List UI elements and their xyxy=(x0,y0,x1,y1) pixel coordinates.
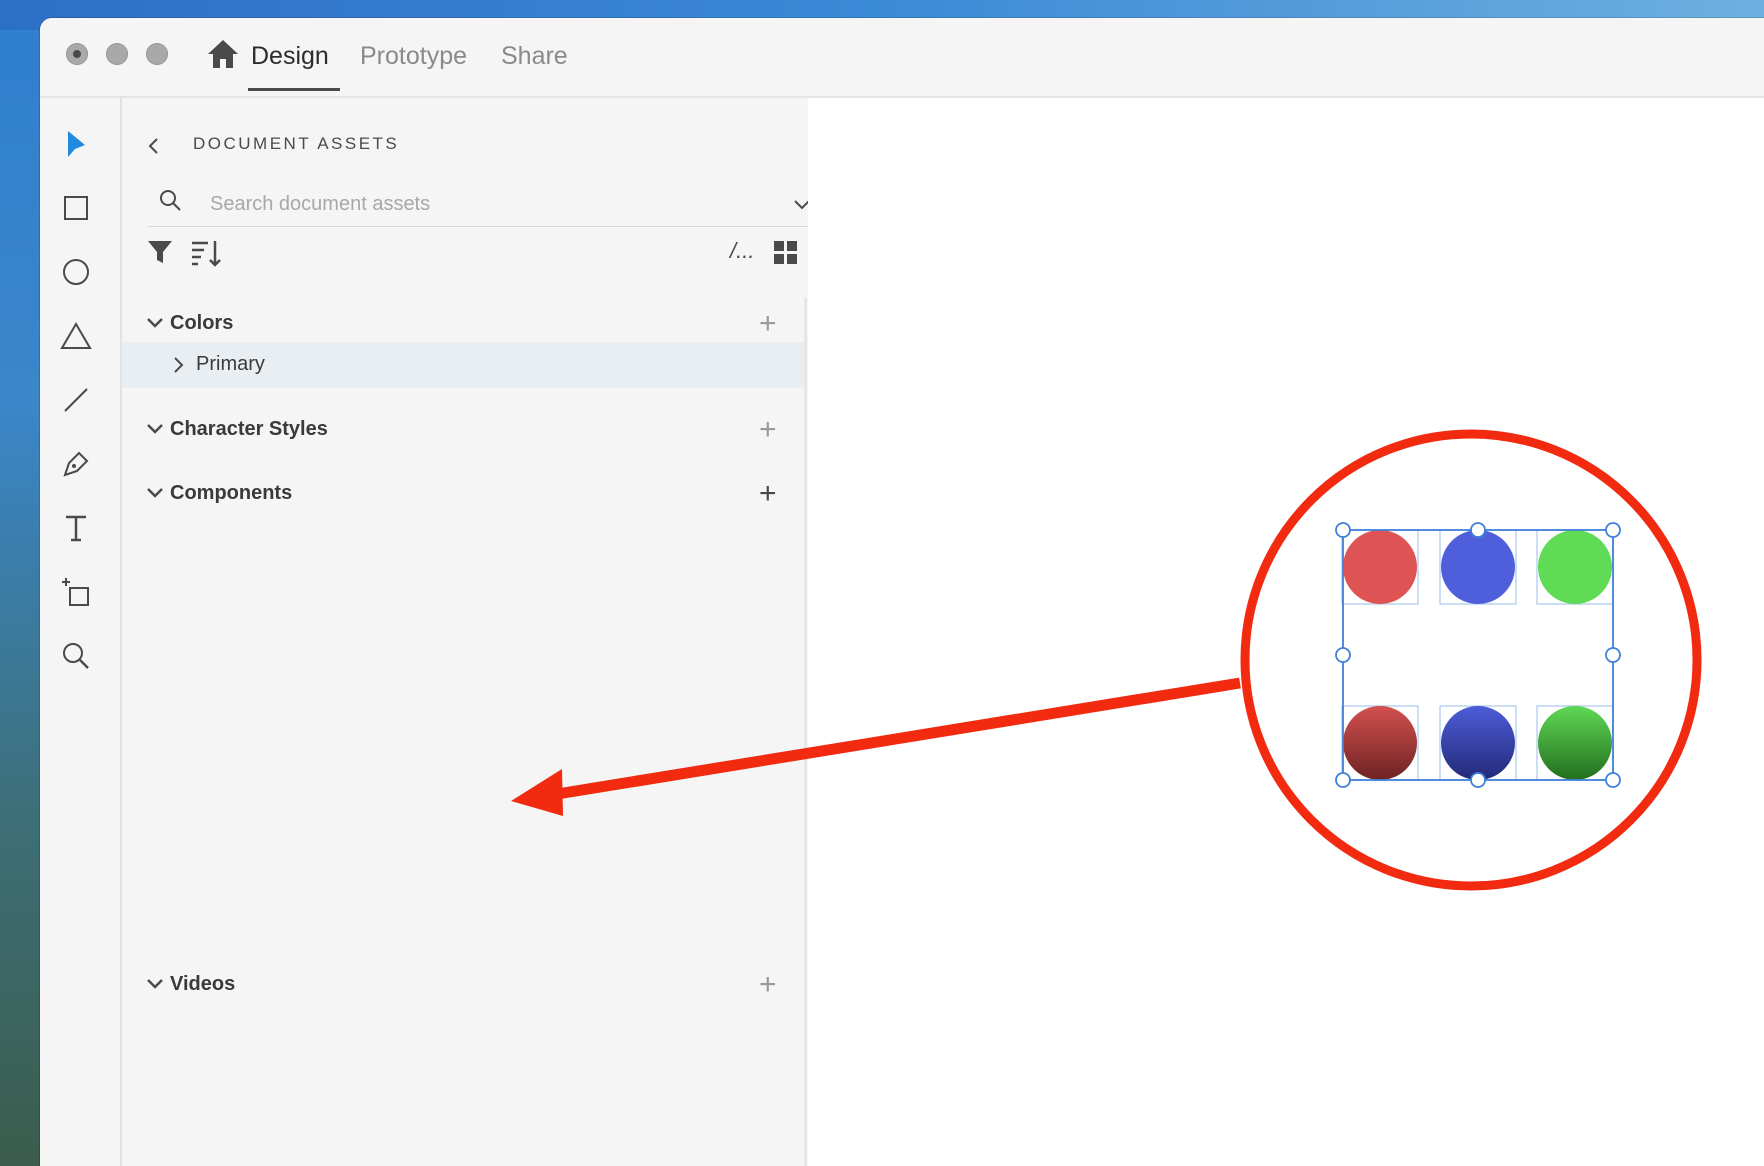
section-label: Colors xyxy=(170,312,234,334)
home-icon[interactable] xyxy=(206,38,240,70)
panel-title: DOCUMENT ASSETS xyxy=(193,134,400,153)
document-assets-panel: DOCUMENT ASSETS /... xyxy=(122,98,892,1166)
section-label: Components xyxy=(170,482,293,504)
chevron-down-icon xyxy=(147,488,163,498)
tab-share[interactable]: Share xyxy=(501,42,568,71)
tool-bar xyxy=(40,98,122,1166)
back-chevron-icon[interactable] xyxy=(146,136,160,156)
search-icon xyxy=(160,190,181,211)
section-label: Character Styles xyxy=(170,418,328,440)
triangle-icon[interactable] xyxy=(56,316,96,356)
section-components[interactable]: Components + xyxy=(146,479,866,510)
tab-design[interactable]: Design xyxy=(251,42,329,71)
app-window: Design Prototype Share DOCUMENT ASSETS S… xyxy=(40,18,1764,1166)
ellipse-icon[interactable] xyxy=(56,252,96,292)
add-video-button[interactable]: + xyxy=(759,970,777,1000)
section-label: Videos xyxy=(170,973,236,995)
text-icon[interactable] xyxy=(56,508,96,548)
search-bar xyxy=(148,180,828,227)
section-colors[interactable]: Colors + xyxy=(146,309,866,340)
color-group-label: Primary xyxy=(196,353,265,375)
chevron-down-icon xyxy=(147,979,163,989)
search-input[interactable] xyxy=(208,186,772,222)
color-group-primary[interactable]: Primary xyxy=(122,342,804,388)
active-tab-indicator xyxy=(248,88,340,91)
close-window-button[interactable] xyxy=(66,43,88,65)
zoom-icon[interactable] xyxy=(56,636,96,676)
select-icon[interactable] xyxy=(56,124,96,164)
rectangle-icon[interactable] xyxy=(56,188,96,228)
design-canvas[interactable] xyxy=(808,98,1764,1166)
artboard-icon[interactable] xyxy=(56,572,96,612)
add-component-button[interactable]: + xyxy=(759,479,777,509)
chevron-down-icon xyxy=(147,424,163,434)
add-color-button[interactable]: + xyxy=(759,309,777,339)
sort-icon[interactable] xyxy=(190,238,222,268)
filter-icon[interactable] xyxy=(146,238,174,266)
chevron-right-icon xyxy=(174,357,184,373)
chevron-down-icon xyxy=(147,318,163,328)
line-icon[interactable] xyxy=(56,380,96,420)
section-videos[interactable]: Videos + xyxy=(146,970,866,1001)
section-character-styles[interactable]: Character Styles + xyxy=(146,415,866,446)
minimize-window-button[interactable] xyxy=(106,43,128,65)
pen-icon[interactable] xyxy=(56,444,96,484)
title-bar: Design Prototype Share xyxy=(40,18,1764,98)
add-character-style-button[interactable]: + xyxy=(759,415,777,445)
grid-view-icon[interactable] xyxy=(773,240,799,266)
path-view-icon[interactable]: /... xyxy=(730,238,754,264)
tab-prototype[interactable]: Prototype xyxy=(360,42,467,71)
maximize-window-button[interactable] xyxy=(146,43,168,65)
